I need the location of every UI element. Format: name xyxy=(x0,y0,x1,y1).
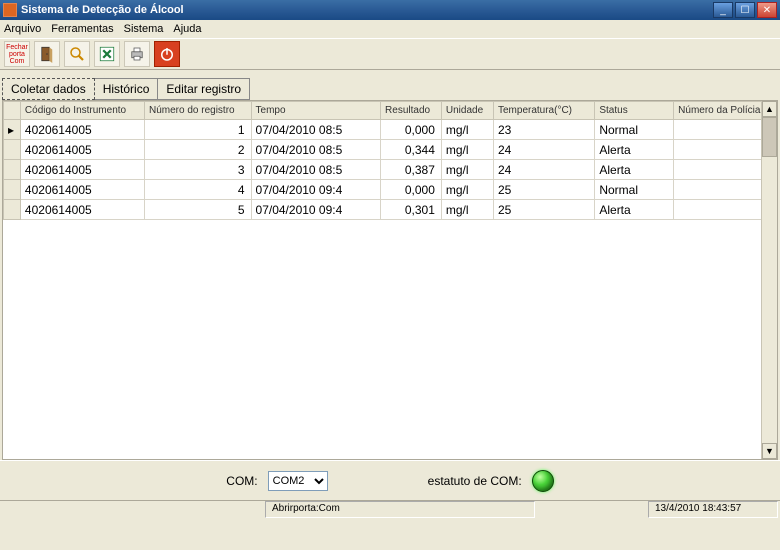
scroll-up-arrow[interactable]: ▲ xyxy=(762,101,777,117)
cell-uni: mg/l xyxy=(441,200,493,220)
status-time: 13/4/2010 18:43:57 xyxy=(648,501,778,518)
cell-tempo: 07/04/2010 09:4 xyxy=(251,200,381,220)
menu-bar: Arquivo Ferramentas Sistema Ajuda xyxy=(0,20,780,38)
table-row[interactable]: 4020614005307/04/2010 08:50,387mg/l24Ale… xyxy=(4,160,777,180)
data-grid: Código do Instrumento Número do registro… xyxy=(2,100,778,460)
print-button[interactable] xyxy=(124,41,150,67)
door-icon xyxy=(38,45,56,63)
col-resultado[interactable]: Resultado xyxy=(381,102,442,120)
cell-uni: mg/l xyxy=(441,180,493,200)
cell-status: Alerta xyxy=(595,140,674,160)
com-label: COM: xyxy=(226,474,257,488)
table-row[interactable]: 4020614005407/04/2010 09:40,000mg/l25Nor… xyxy=(4,180,777,200)
row-indicator xyxy=(4,160,21,180)
printer-icon xyxy=(128,45,146,63)
title-bar: Sistema de Detecção de Álcool _ ☐ ✕ xyxy=(0,0,780,20)
cell-uni: mg/l xyxy=(441,160,493,180)
tab-editar-registro[interactable]: Editar registro xyxy=(157,78,250,100)
tab-historico[interactable]: Histórico xyxy=(94,78,159,100)
com-status-led xyxy=(532,470,554,492)
cell-res: 0,301 xyxy=(381,200,442,220)
col-registro[interactable]: Número do registro xyxy=(145,102,252,120)
cell-instr: 4020614005 xyxy=(20,140,144,160)
menu-ajuda[interactable]: Ajuda xyxy=(173,23,201,35)
com-select[interactable]: COM2 xyxy=(268,471,328,491)
cell-uni: mg/l xyxy=(441,120,493,140)
row-indicator-header xyxy=(4,102,21,120)
cell-status: Normal xyxy=(595,120,674,140)
search-button[interactable] xyxy=(64,41,90,67)
cell-status: Normal xyxy=(595,180,674,200)
cell-reg: 4 xyxy=(145,180,252,200)
cell-reg: 1 xyxy=(145,120,252,140)
row-indicator: ▸ xyxy=(4,120,21,140)
com-status-label: estatuto de COM: xyxy=(428,474,522,488)
cell-tempo: 07/04/2010 08:5 xyxy=(251,120,381,140)
door-button[interactable] xyxy=(34,41,60,67)
cell-tempo: 07/04/2010 09:4 xyxy=(251,180,381,200)
close-button[interactable]: ✕ xyxy=(757,2,777,18)
cell-reg: 2 xyxy=(145,140,252,160)
scroll-thumb[interactable] xyxy=(762,117,777,157)
col-instrument[interactable]: Código do Instrumento xyxy=(20,102,144,120)
minimize-button[interactable]: _ xyxy=(713,2,733,18)
cell-status: Alerta xyxy=(595,160,674,180)
cell-uni: mg/l xyxy=(441,140,493,160)
status-bar: Abrirporta:Com 13/4/2010 18:43:57 xyxy=(0,500,780,518)
close-com-port-button[interactable]: FecharportaCom xyxy=(4,41,30,67)
tab-row: Coletar dados Histórico Editar registro xyxy=(0,70,780,100)
cell-res: 0,387 xyxy=(381,160,442,180)
maximize-button[interactable]: ☐ xyxy=(735,2,755,18)
cell-instr: 4020614005 xyxy=(20,200,144,220)
cell-res: 0,344 xyxy=(381,140,442,160)
tab-coletar-dados[interactable]: Coletar dados xyxy=(2,78,95,100)
cell-res: 0,000 xyxy=(381,180,442,200)
cell-temp: 24 xyxy=(493,140,594,160)
power-icon xyxy=(158,45,176,63)
cell-temp: 23 xyxy=(493,120,594,140)
cell-tempo: 07/04/2010 08:5 xyxy=(251,140,381,160)
status-port: Abrirporta:Com xyxy=(265,501,535,518)
cell-instr: 4020614005 xyxy=(20,160,144,180)
cell-temp: 25 xyxy=(493,180,594,200)
cell-tempo: 07/04/2010 08:5 xyxy=(251,160,381,180)
excel-icon xyxy=(98,45,116,63)
table-row[interactable]: 4020614005507/04/2010 09:40,301mg/l25Ale… xyxy=(4,200,777,220)
row-indicator xyxy=(4,140,21,160)
header-row: Código do Instrumento Número do registro… xyxy=(4,102,777,120)
cell-instr: 4020614005 xyxy=(20,180,144,200)
menu-sistema[interactable]: Sistema xyxy=(124,23,164,35)
scroll-down-arrow[interactable]: ▼ xyxy=(762,443,777,459)
row-indicator xyxy=(4,180,21,200)
table-row[interactable]: 4020614005207/04/2010 08:50,344mg/l24Ale… xyxy=(4,140,777,160)
com-panel: COM: COM2 estatuto de COM: xyxy=(0,460,780,500)
toolbar: FecharportaCom xyxy=(0,38,780,70)
col-unidade[interactable]: Unidade xyxy=(441,102,493,120)
cell-temp: 25 xyxy=(493,200,594,220)
row-indicator xyxy=(4,200,21,220)
menu-ferramentas[interactable]: Ferramentas xyxy=(51,23,113,35)
cell-instr: 4020614005 xyxy=(20,120,144,140)
cell-reg: 3 xyxy=(145,160,252,180)
menu-arquivo[interactable]: Arquivo xyxy=(4,23,41,35)
cell-res: 0,000 xyxy=(381,120,442,140)
excel-button[interactable] xyxy=(94,41,120,67)
col-status[interactable]: Status xyxy=(595,102,674,120)
cell-reg: 5 xyxy=(145,200,252,220)
cell-status: Alerta xyxy=(595,200,674,220)
app-icon xyxy=(3,3,17,17)
vertical-scrollbar[interactable]: ▲ ▼ xyxy=(761,101,777,459)
col-temperatura[interactable]: Temperatura(°C) xyxy=(493,102,594,120)
col-tempo[interactable]: Tempo xyxy=(251,102,381,120)
cell-temp: 24 xyxy=(493,160,594,180)
power-button[interactable] xyxy=(154,41,180,67)
table-row[interactable]: ▸4020614005107/04/2010 08:50,000mg/l23No… xyxy=(4,120,777,140)
magnifier-icon xyxy=(68,45,86,63)
window-title: Sistema de Detecção de Álcool xyxy=(21,4,713,16)
